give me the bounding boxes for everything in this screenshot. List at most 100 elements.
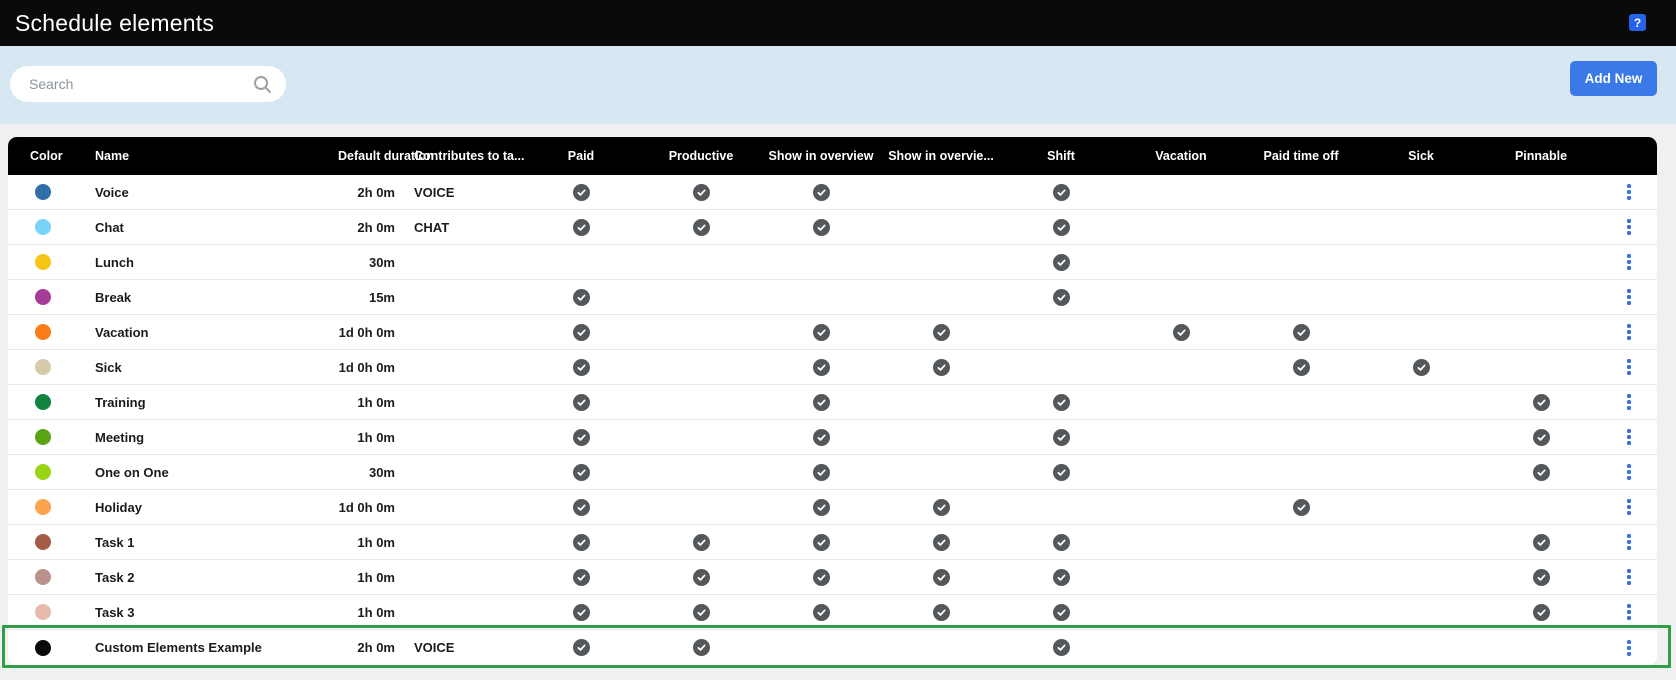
row-menu-kebab-icon[interactable] (1621, 425, 1637, 449)
row-actions-cell (1601, 180, 1657, 204)
checkmark-icon (1053, 219, 1070, 236)
checkmark-icon (573, 359, 590, 376)
element-color-dot (35, 254, 51, 270)
add-new-button[interactable]: Add New (1570, 61, 1657, 96)
checkmark-icon (1053, 604, 1070, 621)
table-row[interactable]: Lunch30m (8, 245, 1657, 280)
page-title: Schedule elements (15, 10, 214, 37)
table-row[interactable]: Training1h 0m (8, 385, 1657, 420)
color-cell (8, 324, 68, 341)
flag-cell-paid (521, 218, 641, 235)
row-menu-kebab-icon[interactable] (1621, 600, 1637, 624)
checkmark-icon (693, 604, 710, 621)
element-name: Break (68, 290, 338, 305)
column-header-paid: Paid (521, 149, 641, 163)
table-row[interactable]: Voice2h 0mVOICE (8, 175, 1657, 210)
flag-cell-vacation (1121, 323, 1241, 340)
element-color-dot (35, 569, 51, 585)
contributes-to-tag: VOICE (395, 185, 521, 200)
schedule-elements-table: ColorNameDefault durationContributes to … (8, 137, 1657, 665)
row-menu-kebab-icon[interactable] (1621, 530, 1637, 554)
default-duration: 1h 0m (338, 535, 395, 550)
flag-cell-paid (521, 323, 641, 340)
flag-cell-paid-time-off (1241, 358, 1361, 375)
column-header-name: Name (68, 149, 338, 163)
flag-cell-paid-time-off (1241, 498, 1361, 515)
flag-cell-pinnable (1481, 463, 1601, 480)
row-actions-cell (1601, 495, 1657, 519)
table-row[interactable]: Vacation1d 0h 0m (8, 315, 1657, 350)
flag-cell-pinnable (1481, 428, 1601, 445)
flag-cell-show-in-overview (761, 533, 881, 550)
checkmark-icon (573, 394, 590, 411)
flag-cell-show-in-overview (761, 323, 881, 340)
row-menu-kebab-icon[interactable] (1621, 320, 1637, 344)
flag-cell-show-in-overview (761, 218, 881, 235)
color-cell (8, 464, 68, 481)
checkmark-icon (1053, 534, 1070, 551)
table-row[interactable]: Holiday1d 0h 0m (8, 490, 1657, 525)
row-menu-kebab-icon[interactable] (1621, 250, 1637, 274)
row-actions-cell (1601, 600, 1657, 624)
element-name: Task 1 (68, 535, 338, 550)
table-row[interactable]: Break15m (8, 280, 1657, 315)
checkmark-icon (813, 429, 830, 446)
element-name: Lunch (68, 255, 338, 270)
color-cell (8, 359, 68, 376)
table-row[interactable]: Chat2h 0mCHAT (8, 210, 1657, 245)
element-name: Training (68, 395, 338, 410)
element-name: Custom Elements Example (68, 640, 338, 655)
default-duration: 2h 0m (338, 185, 395, 200)
table-row[interactable]: Sick1d 0h 0m (8, 350, 1657, 385)
flag-cell-paid (521, 603, 641, 620)
row-menu-kebab-icon[interactable] (1621, 180, 1637, 204)
element-color-dot (35, 464, 51, 480)
table-row[interactable]: Task 11h 0m (8, 525, 1657, 560)
help-icon[interactable]: ? (1629, 14, 1646, 31)
default-duration: 1h 0m (338, 605, 395, 620)
table-row[interactable]: Custom Elements Example2h 0mVOICE (8, 630, 1657, 665)
row-actions-cell (1601, 636, 1657, 660)
checkmark-icon (933, 359, 950, 376)
checkmark-icon (1533, 429, 1550, 446)
flag-cell-productive (641, 568, 761, 585)
row-actions-cell (1601, 425, 1657, 449)
color-cell (8, 254, 68, 271)
row-menu-kebab-icon[interactable] (1621, 495, 1637, 519)
checkmark-icon (573, 639, 590, 656)
table-row[interactable]: One on One30m (8, 455, 1657, 490)
checkmark-icon (933, 569, 950, 586)
checkmark-icon (1533, 394, 1550, 411)
search-input[interactable] (10, 66, 286, 102)
flag-cell-productive (641, 639, 761, 656)
checkmark-icon (573, 569, 590, 586)
default-duration: 1h 0m (338, 570, 395, 585)
default-duration: 15m (338, 290, 395, 305)
flag-cell-sick (1361, 358, 1481, 375)
row-actions-cell (1601, 320, 1657, 344)
row-menu-kebab-icon[interactable] (1621, 390, 1637, 414)
row-menu-kebab-icon[interactable] (1621, 636, 1637, 660)
color-cell (8, 289, 68, 306)
row-menu-kebab-icon[interactable] (1621, 565, 1637, 589)
row-menu-kebab-icon[interactable] (1621, 215, 1637, 239)
default-duration: 1d 0h 0m (338, 500, 395, 515)
default-duration: 1h 0m (338, 430, 395, 445)
table-row[interactable]: Task 31h 0m (8, 595, 1657, 630)
element-color-dot (35, 394, 51, 410)
checkmark-icon (1173, 324, 1190, 341)
table-row[interactable]: Task 21h 0m (8, 560, 1657, 595)
flag-cell-paid (521, 639, 641, 656)
flag-cell-show-in-overvie (881, 358, 1001, 375)
flag-cell-show-in-overview (761, 393, 881, 410)
table-row[interactable]: Meeting1h 0m (8, 420, 1657, 455)
element-color-dot (35, 324, 51, 340)
row-menu-kebab-icon[interactable] (1621, 355, 1637, 379)
checkmark-icon (693, 219, 710, 236)
checkmark-icon (813, 534, 830, 551)
flag-cell-shift (1001, 393, 1121, 410)
row-menu-kebab-icon[interactable] (1621, 460, 1637, 484)
flag-cell-show-in-overview (761, 463, 881, 480)
row-menu-kebab-icon[interactable] (1621, 285, 1637, 309)
flag-cell-shift (1001, 639, 1121, 656)
